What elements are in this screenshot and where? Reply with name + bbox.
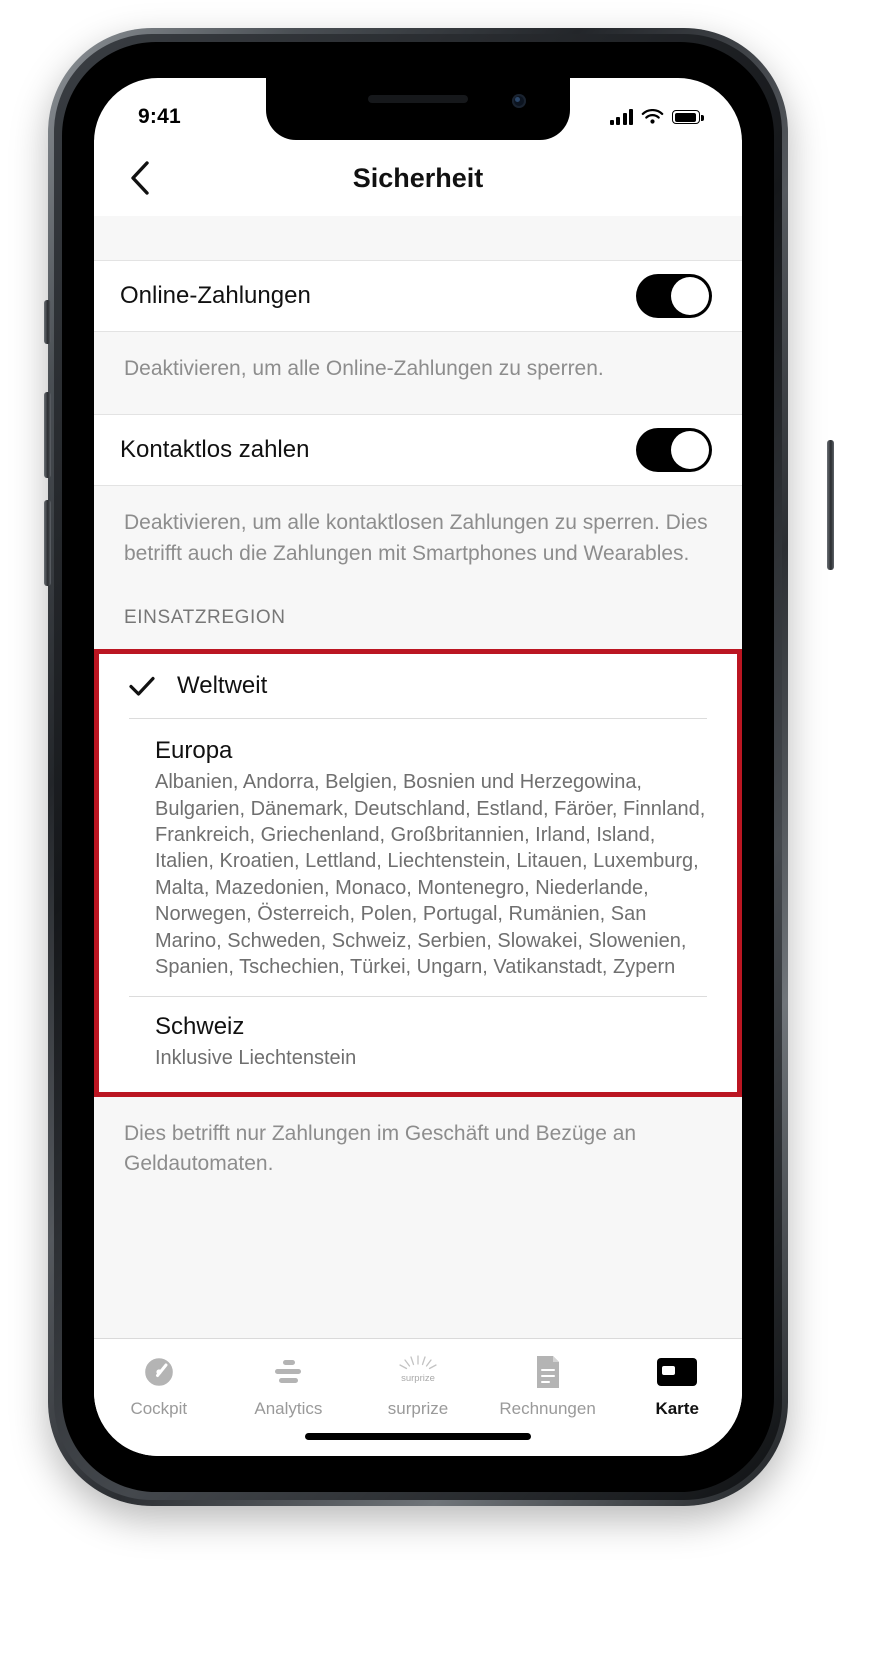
cellular-signal-icon [609, 109, 633, 125]
wifi-icon [641, 108, 664, 124]
region-option-schweiz[interactable]: Schweiz Inklusive Liechtenstein [99, 997, 737, 1092]
tab-label: surprize [387, 1399, 449, 1418]
volume-up-button[interactable] [44, 392, 51, 478]
region-option-countries: Inklusive Liechtenstein [155, 1047, 357, 1070]
section-header-einsatzregion: EINSATZREGION [94, 599, 742, 650]
region-option-label: Weltweit [177, 672, 268, 700]
tab-label: Rechnungen [499, 1399, 596, 1418]
contactless-toggle[interactable] [636, 428, 712, 473]
online-payments-label: Online-Zahlungen [120, 282, 311, 309]
region-option-countries: Albanien, Andorra, Belgien, Bosnien und … [155, 771, 706, 979]
screenshot-stage: 9:41 Sicherheit Online-Zahlungen Deaktiv… [0, 0, 878, 1679]
region-option-label: Schweiz [155, 1013, 245, 1041]
tab-surprize[interactable]: surprize surprize [353, 1353, 483, 1419]
device-notch [266, 78, 570, 140]
document-icon [532, 1353, 564, 1391]
bar-chart-icon [270, 1353, 306, 1391]
setting-row-online-payments[interactable]: Online-Zahlungen [94, 260, 742, 332]
toggle-knob [671, 277, 709, 315]
contactless-note: Deaktivieren, um alle kontaktlosen Zahlu… [94, 486, 742, 600]
toggle-knob [671, 431, 709, 470]
tab-rechnungen[interactable]: Rechnungen [483, 1353, 613, 1419]
power-button[interactable] [827, 440, 834, 570]
mute-switch-button[interactable] [44, 300, 51, 344]
phone-screen: 9:41 Sicherheit Online-Zahlungen Deaktiv… [94, 78, 742, 1456]
home-indicator[interactable] [305, 1433, 531, 1440]
tab-analytics[interactable]: Analytics [224, 1353, 354, 1419]
region-option-europa[interactable]: Europa Albanien, Andorra, Belgien, Bosni… [99, 719, 737, 997]
earpiece-speaker-icon [368, 95, 468, 103]
region-option-weltweit[interactable]: Weltweit [99, 654, 737, 719]
online-payments-note: Deaktivieren, um alle Online-Zahlungen z… [94, 332, 742, 415]
volume-down-button[interactable] [44, 500, 51, 586]
navigation-bar: Sicherheit [94, 140, 742, 216]
front-camera-icon [512, 94, 526, 108]
card-icon [656, 1353, 698, 1391]
tab-label: Karte [655, 1399, 699, 1418]
tab-label: Cockpit [130, 1399, 188, 1418]
region-options-group: Weltweit Europa Albanien, Andorra, Belgi… [94, 649, 742, 1097]
status-indicators [609, 108, 704, 126]
online-payments-toggle[interactable] [636, 274, 712, 318]
settings-content: Online-Zahlungen Deaktivieren, um alle O… [94, 216, 742, 1338]
page-title: Sicherheit [352, 162, 484, 193]
checkmark-icon [129, 676, 155, 696]
chevron-left-icon [131, 161, 149, 195]
speedometer-icon [141, 1353, 177, 1391]
region-option-label: Europa [155, 737, 233, 765]
sunburst-icon: surprize [395, 1353, 441, 1391]
status-time: 9:41 [138, 105, 181, 128]
setting-row-contactless[interactable]: Kontaktlos zahlen [94, 414, 742, 487]
battery-icon [672, 110, 704, 124]
contactless-label: Kontaktlos zahlen [120, 436, 310, 464]
tab-karte[interactable]: Karte [612, 1353, 742, 1419]
tab-cockpit[interactable]: Cockpit [94, 1353, 224, 1419]
content-top-spacer [94, 216, 742, 260]
region-footer-note: Dies betrifft nur Zahlungen im Geschäft … [94, 1096, 742, 1180]
svg-text:surprize: surprize [401, 1373, 435, 1384]
tab-label: Analytics [254, 1399, 323, 1418]
back-button[interactable] [120, 158, 160, 198]
